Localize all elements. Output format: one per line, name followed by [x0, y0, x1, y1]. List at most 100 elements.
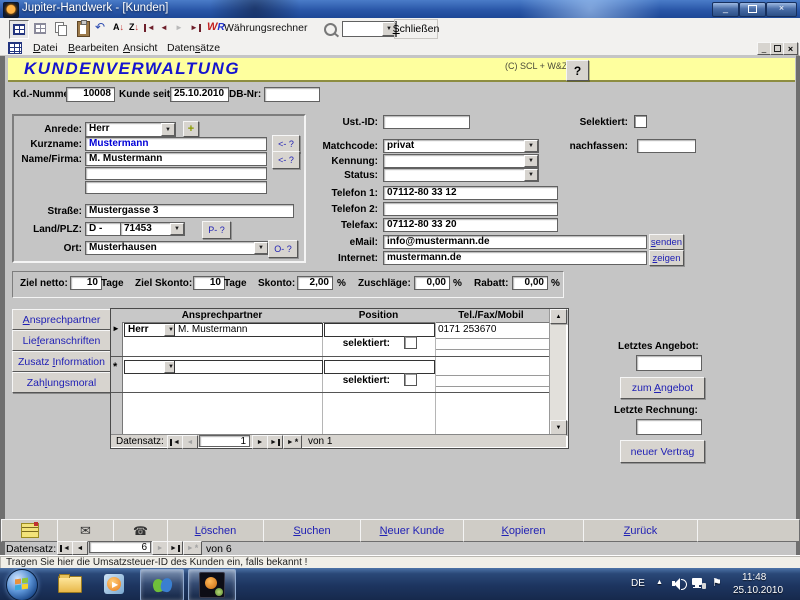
- telefon1-field[interactable]: 07112-80 33 12: [383, 186, 558, 200]
- subform-new-record-button[interactable]: ►*: [283, 435, 302, 449]
- subform-previous-record-button[interactable]: ◄: [182, 435, 198, 449]
- tab-zahlungsmoral[interactable]: Zahlungsmoral: [12, 372, 111, 393]
- kunde-seit-field[interactable]: 25.10.2010: [170, 87, 229, 102]
- ziel-netto-field[interactable]: 10: [70, 276, 102, 290]
- row1-name-field[interactable]: M. Mustermann: [174, 323, 323, 337]
- undo-button[interactable]: ↶: [95, 20, 105, 34]
- ort-lookup-button[interactable]: O- ?: [268, 240, 298, 258]
- mdi-minimize-button[interactable]: _: [757, 42, 771, 55]
- row1-tel-cell[interactable]: 0171 253670: [438, 324, 496, 335]
- mdi-restore-button[interactable]: [770, 42, 784, 55]
- next-record-toolbar-button[interactable]: ►: [175, 23, 183, 32]
- neuer-vertrag-button[interactable]: neuer Vertrag: [620, 440, 705, 463]
- telefon2-field[interactable]: [383, 202, 558, 216]
- name-zusatz2-field[interactable]: [85, 181, 267, 194]
- email-field[interactable]: info@mustermann.de: [383, 235, 647, 249]
- last-record-toolbar-button[interactable]: ►: [190, 23, 201, 32]
- newrow-name-field[interactable]: [174, 360, 323, 374]
- menu-datei[interactable]: Datei: [33, 42, 58, 54]
- nachfassen-field[interactable]: [637, 139, 696, 153]
- clock-date[interactable]: 25.10.2010: [733, 585, 783, 596]
- subform-record-number-field[interactable]: 1: [199, 435, 250, 447]
- next-record-button[interactable]: ►: [152, 541, 168, 555]
- maximize-button[interactable]: [739, 2, 766, 17]
- internet-field[interactable]: mustermann.de: [383, 251, 647, 265]
- name-zusatz1-field[interactable]: [85, 167, 267, 180]
- clock-time[interactable]: 11:48: [742, 572, 766, 583]
- sort-descending-button[interactable]: Z↓: [129, 22, 139, 32]
- subform-first-record-button[interactable]: ◄: [167, 435, 183, 449]
- anrede-combobox[interactable]: Herr ▼: [85, 122, 176, 137]
- land-field[interactable]: D -: [85, 222, 123, 236]
- plz-dropdown-icon[interactable]: ▼: [170, 223, 184, 235]
- newrow-anrede-combobox[interactable]: ▼: [124, 360, 179, 374]
- taskbar-jupiter-app-button[interactable]: [188, 569, 236, 600]
- matchcode-dropdown-icon[interactable]: ▼: [524, 140, 538, 152]
- selektiert-checkbox[interactable]: [634, 115, 647, 128]
- currency-calculator-label[interactable]: Währungsrechner: [224, 22, 307, 34]
- minimize-button[interactable]: _: [712, 2, 739, 17]
- subform-last-record-button[interactable]: ►: [267, 435, 283, 449]
- ziel-skonto-field[interactable]: 10: [193, 276, 225, 290]
- suchen-button[interactable]: Suchen: [263, 519, 361, 542]
- neuer-kunde-button[interactable]: Neuer Kunde: [360, 519, 464, 542]
- first-record-toolbar-button[interactable]: ◄: [144, 23, 155, 32]
- letztes-angebot-field[interactable]: [636, 355, 702, 371]
- kopieren-button[interactable]: Kopieren: [463, 519, 584, 542]
- zum-angebot-button[interactable]: zum Angebot: [620, 377, 705, 399]
- previous-record-toolbar-button[interactable]: ◄: [160, 23, 168, 32]
- close-form-toolbar-button[interactable]: Schließen: [394, 19, 438, 39]
- db-nr-field[interactable]: [264, 87, 320, 102]
- start-button[interactable]: [6, 569, 38, 600]
- ust-id-field[interactable]: [383, 115, 470, 129]
- scroll-up-button[interactable]: ▲: [550, 309, 567, 324]
- kennung-combobox[interactable]: ▼: [383, 154, 539, 168]
- row1-position-field[interactable]: [324, 323, 435, 337]
- skonto-field[interactable]: 2,00: [297, 276, 333, 290]
- anrede-dropdown-icon[interactable]: ▼: [161, 123, 175, 136]
- previous-record-button[interactable]: ◄: [72, 541, 88, 555]
- zurueck-button[interactable]: Zurück: [583, 519, 698, 542]
- subform-next-record-button[interactable]: ►: [252, 435, 268, 449]
- sort-ascending-button[interactable]: A↓: [113, 22, 124, 32]
- status-dropdown-icon[interactable]: ▼: [524, 169, 538, 181]
- row1-anrede-combobox[interactable]: Herr ▼: [124, 323, 179, 337]
- newrow-selektiert-checkbox[interactable]: [404, 373, 417, 386]
- taskbar-messenger-button[interactable]: [140, 569, 184, 600]
- taskbar-media-player-button[interactable]: ▶: [95, 569, 133, 599]
- taskbar-explorer-button[interactable]: [50, 569, 90, 599]
- language-indicator[interactable]: DE: [631, 578, 645, 589]
- telefax-field[interactable]: 07112-80 33 20: [383, 218, 558, 232]
- first-record-button[interactable]: ◄: [57, 541, 73, 555]
- form-view-button[interactable]: [9, 20, 29, 39]
- name-lookup-button[interactable]: <- ?: [272, 151, 300, 169]
- copy-button[interactable]: [55, 22, 67, 35]
- mdi-close-button[interactable]: ×: [783, 42, 798, 55]
- search-combobox[interactable]: ▼: [342, 21, 397, 37]
- tab-zusatz-information[interactable]: Zusatz Information: [12, 351, 111, 372]
- matchcode-combobox[interactable]: privat ▼: [383, 139, 539, 153]
- menu-ansicht[interactable]: Ansicht: [123, 42, 157, 54]
- ort-dropdown-icon[interactable]: ▼: [254, 242, 268, 254]
- action-center-flag-icon[interactable]: ⚑: [712, 576, 722, 589]
- plz-lookup-button[interactable]: P- ?: [202, 221, 231, 239]
- kd-nummer-field[interactable]: 10008: [66, 87, 115, 102]
- tab-ansprechpartner[interactable]: Ansprechpartner: [12, 309, 111, 330]
- paste-button[interactable]: [77, 21, 90, 37]
- zuschlaege-field[interactable]: 0,00: [414, 276, 450, 290]
- mail-button[interactable]: ✉: [57, 519, 114, 542]
- ort-combobox[interactable]: Musterhausen ▼: [85, 241, 269, 255]
- newrow-position-field[interactable]: [324, 360, 435, 374]
- currency-calculator-icon[interactable]: WR: [207, 21, 225, 33]
- email-send-button[interactable]: senden: [649, 234, 684, 250]
- search-icon[interactable]: [324, 23, 337, 36]
- close-button[interactable]: ×: [766, 2, 797, 17]
- kennung-dropdown-icon[interactable]: ▼: [524, 155, 538, 167]
- plz-combobox[interactable]: 71453 ▼: [120, 222, 185, 236]
- loeschen-button[interactable]: Löschen: [167, 519, 264, 542]
- tray-expand-icon[interactable]: ▲: [656, 579, 663, 586]
- last-record-button[interactable]: ►: [167, 541, 183, 555]
- status-combobox[interactable]: ▼: [383, 168, 539, 182]
- menu-datensaetze[interactable]: Datensätze: [167, 42, 220, 54]
- datasheet-view-button[interactable]: [31, 20, 49, 37]
